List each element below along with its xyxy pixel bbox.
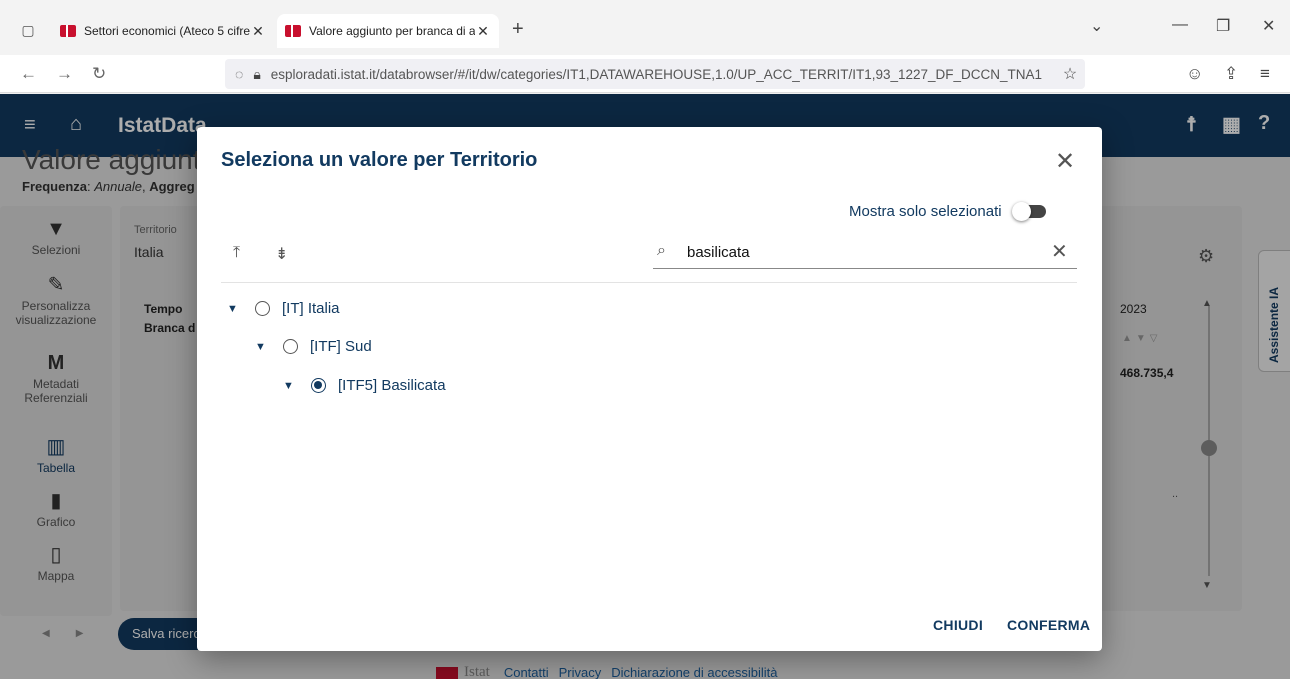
expand-all-icon[interactable]: ⤒ (233, 244, 240, 262)
lock-icon[interactable]: 🔒︎ (253, 66, 260, 83)
tree-node-label[interactable]: [ITF5] Basilicata (338, 377, 446, 394)
browser-tab-active[interactable]: Valore aggiunto per branca di a ✕ (277, 14, 499, 48)
dialog-title: Seleziona un valore per Territorio (221, 149, 538, 171)
close-tab-icon[interactable]: ✕ (250, 23, 266, 40)
url-text[interactable]: esploradati.istat.it/databrowser/#/it/dw… (271, 67, 1055, 82)
close-tab-icon[interactable]: ✕ (475, 23, 491, 40)
browser-tab[interactable]: Settori economici (Ateco 5 cifre) ✕ (52, 14, 274, 48)
account-icon[interactable]: ☺ (1186, 64, 1203, 84)
radio-button[interactable] (283, 339, 298, 354)
search-field: ⌕ ✕ (653, 235, 1077, 269)
tab-title: Valore aggiunto per branca di a (309, 24, 475, 38)
radio-button-selected[interactable] (311, 378, 326, 393)
share-icon[interactable]: ⇪ (1224, 64, 1238, 84)
toggle-label: Mostra solo selezionati (849, 202, 1002, 220)
tree-node-label[interactable]: [IT] Italia (282, 300, 340, 317)
back-icon[interactable]: ← (20, 64, 37, 84)
tab-dropdown-icon[interactable]: ⌄ (1090, 16, 1103, 36)
territory-select-dialog: Seleziona un valore per Territorio ✕ Mos… (197, 127, 1102, 651)
forward-icon[interactable]: → (56, 64, 73, 84)
minimize-icon[interactable]: — (1172, 16, 1188, 34)
address-bar[interactable]: ◌ 🔒︎ esploradati.istat.it/databrowser/#/… (225, 59, 1085, 89)
close-icon[interactable]: ✕ (1055, 147, 1075, 176)
tab-list-icon[interactable]: ▢ (18, 20, 38, 40)
show-selected-toggle-row: Mostra solo selezionati (849, 202, 1048, 221)
tree-node-basilicata[interactable]: ▼ [ITF5] Basilicata (283, 377, 446, 394)
reload-icon[interactable]: ↻ (92, 64, 106, 84)
collapse-all-icon[interactable]: ⇟ (275, 244, 288, 264)
restore-icon[interactable]: ❐ (1216, 16, 1230, 36)
new-tab-icon[interactable]: + (512, 18, 524, 41)
tree-node-sud[interactable]: ▼ [ITF] Sud (255, 338, 372, 355)
istat-favicon-icon (285, 25, 301, 37)
clear-search-icon[interactable]: ✕ (1051, 239, 1068, 264)
toggle-knob (1011, 202, 1031, 221)
menu-icon[interactable]: ≡ (1260, 64, 1270, 84)
radio-button[interactable] (255, 301, 270, 316)
search-icon: ⌕ (657, 242, 666, 259)
divider (221, 282, 1077, 283)
search-input[interactable] (687, 239, 1027, 265)
chevron-down-icon[interactable]: ▼ (283, 380, 297, 392)
close-window-icon[interactable]: ✕ (1262, 16, 1275, 36)
tree-node-label[interactable]: [ITF] Sud (310, 338, 372, 355)
tab-title: Settori economici (Ateco 5 cifre) (84, 24, 250, 38)
close-button[interactable]: CHIUDI (933, 617, 983, 633)
shield-icon[interactable]: ◌ (235, 66, 243, 82)
chevron-down-icon[interactable]: ▼ (227, 303, 241, 315)
istat-favicon-icon (60, 25, 76, 37)
show-selected-toggle[interactable] (1011, 202, 1048, 221)
browser-tab-bar: ▢ Settori economici (Ateco 5 cifre) ✕ Va… (0, 0, 1290, 55)
browser-toolbar: ← → ↻ ◌ 🔒︎ esploradati.istat.it/databrow… (0, 55, 1290, 93)
bookmark-star-icon[interactable]: ☆ (1055, 64, 1085, 84)
tree-node-italia[interactable]: ▼ [IT] Italia (227, 300, 340, 317)
confirm-button[interactable]: CONFERMA (1007, 617, 1090, 633)
chevron-down-icon[interactable]: ▼ (255, 341, 269, 353)
